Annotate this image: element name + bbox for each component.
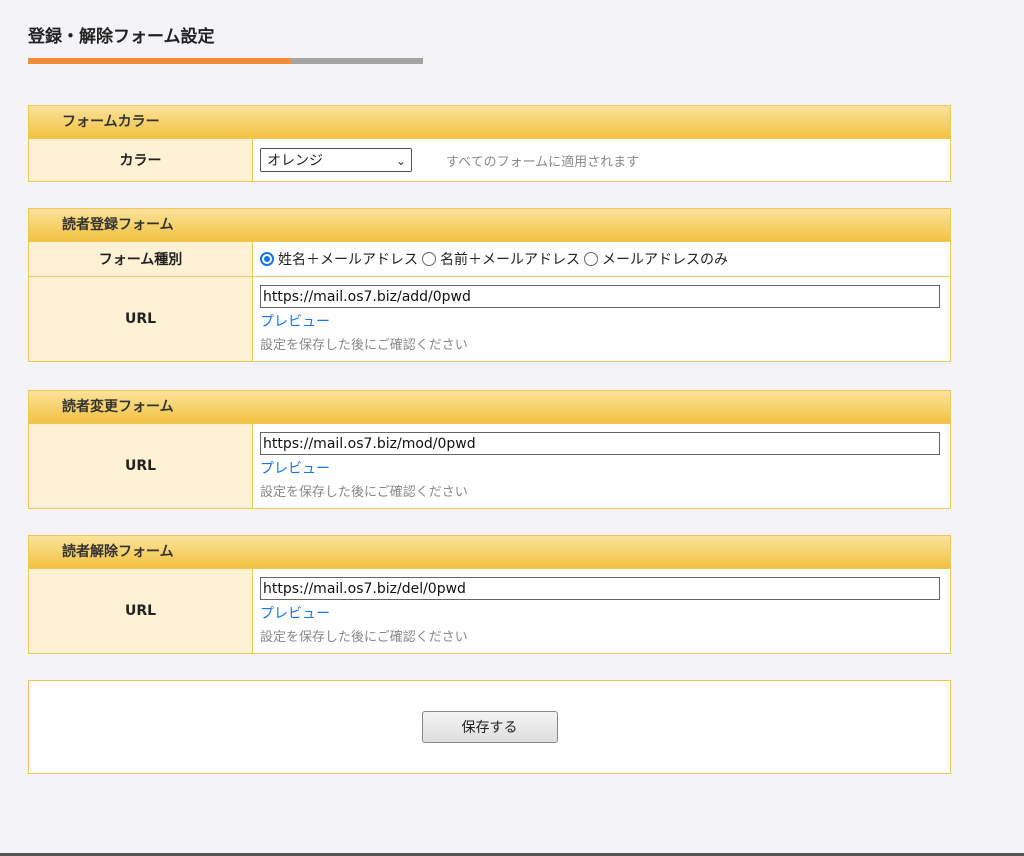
form-type-radio-group: 姓名＋メールアドレス 名前＋メールアドレス メールアドレスのみ <box>260 249 943 269</box>
page-title: 登録・解除フォーム設定 <box>28 27 215 47</box>
url-value-cell: プレビュー 設定を保存した後にご確認ください <box>253 569 950 653</box>
preview-link[interactable]: プレビュー <box>260 458 943 478</box>
radio-unchecked-icon[interactable] <box>422 252 436 266</box>
url-row: URL プレビュー 設定を保存した後にご確認ください <box>29 424 950 508</box>
url-row: URL プレビュー 設定を保存した後にご確認ください <box>29 569 950 653</box>
url-label: URL <box>29 277 253 361</box>
form-type-row: フォーム種別 姓名＋メールアドレス 名前＋メールアドレス メールアドレスのみ <box>29 242 950 276</box>
radio-option-fullname-email[interactable]: 姓名＋メールアドレス <box>260 249 418 269</box>
modify-url-field[interactable] <box>260 432 940 455</box>
radio-checked-icon[interactable] <box>260 252 274 266</box>
preview-link[interactable]: プレビュー <box>260 603 943 623</box>
preview-hint: 設定を保存した後にご確認ください <box>260 630 468 645</box>
title-underline <box>28 58 423 64</box>
unsubscribe-url-field[interactable] <box>260 577 940 600</box>
chevron-down-icon: ⌄ <box>395 154 406 168</box>
save-button[interactable]: 保存する <box>421 711 558 743</box>
form-color-section: フォームカラー カラー オレンジ ⌄ すべてのフォームに適用されます <box>28 105 951 182</box>
url-value-cell: プレビュー 設定を保存した後にご確認ください <box>253 424 950 508</box>
url-label: URL <box>29 569 253 653</box>
radio-label: 名前＋メールアドレス <box>440 252 580 268</box>
form-type-label: フォーム種別 <box>29 242 253 276</box>
color-select[interactable]: オレンジ ⌄ <box>260 148 412 172</box>
subscribe-form-section: 読者登録フォーム フォーム種別 姓名＋メールアドレス 名前＋メールアドレス メー… <box>28 208 951 362</box>
url-label: URL <box>29 424 253 508</box>
color-note: すべてのフォームに適用されます <box>446 154 640 170</box>
modify-form-section: 読者変更フォーム URL プレビュー 設定を保存した後にご確認ください <box>28 390 951 509</box>
color-label: カラー <box>29 139 253 181</box>
title-underline-rest <box>291 58 423 64</box>
radio-label: メールアドレスのみ <box>602 252 728 268</box>
subscribe-url-field[interactable] <box>260 285 940 308</box>
radio-option-name-email[interactable]: 名前＋メールアドレス <box>422 249 580 269</box>
radio-unchecked-icon[interactable] <box>584 252 598 266</box>
preview-hint: 設定を保存した後にご確認ください <box>260 485 468 500</box>
section-header: 読者登録フォーム <box>29 209 950 242</box>
form-type-value-cell: 姓名＋メールアドレス 名前＋メールアドレス メールアドレスのみ <box>253 242 950 276</box>
section-header: 読者変更フォーム <box>29 391 950 424</box>
title-underline-accent <box>28 58 291 64</box>
color-select-value: オレンジ <box>267 153 323 169</box>
unsubscribe-form-section: 読者解除フォーム URL プレビュー 設定を保存した後にご確認ください <box>28 535 951 654</box>
section-header: フォームカラー <box>29 106 950 139</box>
radio-option-email-only[interactable]: メールアドレスのみ <box>584 249 728 269</box>
section-header: 読者解除フォーム <box>29 536 950 569</box>
url-value-cell: プレビュー 設定を保存した後にご確認ください <box>253 277 950 361</box>
preview-hint: 設定を保存した後にご確認ください <box>260 338 468 353</box>
radio-label: 姓名＋メールアドレス <box>278 252 418 268</box>
color-row: カラー オレンジ ⌄ すべてのフォームに適用されます <box>29 139 950 181</box>
save-section: 保存する <box>28 680 951 774</box>
url-row: URL プレビュー 設定を保存した後にご確認ください <box>29 276 950 361</box>
preview-link[interactable]: プレビュー <box>260 311 943 331</box>
color-value-cell: オレンジ ⌄ すべてのフォームに適用されます <box>253 139 950 181</box>
